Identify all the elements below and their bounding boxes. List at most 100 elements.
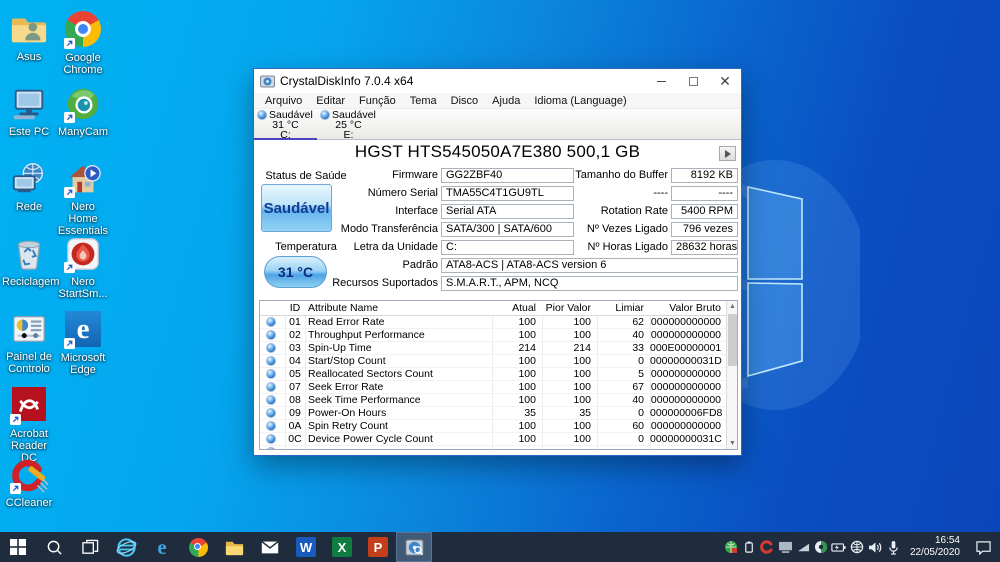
- table-row[interactable]: 04 Start/Stop Count 100 100 0 00000000031D: [260, 355, 737, 368]
- tray-display-icon[interactable]: [776, 532, 794, 562]
- task-view-icon[interactable]: [72, 532, 108, 562]
- crystaldiskinfo-window: CrystalDiskInfo 7.0.4 x64 ✕ Arquivo Edit…: [253, 68, 742, 456]
- search-icon[interactable]: [36, 532, 72, 562]
- menu-funcao[interactable]: Função: [352, 95, 403, 107]
- title-bar[interactable]: CrystalDiskInfo 7.0.4 x64 ✕: [254, 69, 741, 93]
- scroll-down-icon[interactable]: ▼: [727, 438, 737, 449]
- edge-taskbar-icon[interactable]: e: [144, 532, 180, 562]
- col-pior-valor[interactable]: Pior Valor: [542, 301, 591, 315]
- tray-ccleaner-icon[interactable]: [758, 532, 776, 562]
- desktop-icon-label: Asus: [16, 51, 42, 63]
- table-row[interactable]: 03 Spin-Up Time 214 214 33 000E00000001: [260, 342, 737, 355]
- tray-battery-icon[interactable]: [830, 532, 848, 562]
- menu-arquivo[interactable]: Arquivo: [258, 95, 309, 107]
- field-label: Modo Transferência: [340, 223, 438, 235]
- next-drive-button[interactable]: [719, 146, 736, 161]
- table-row-partial[interactable]: [260, 446, 737, 449]
- desktop-icon-ccleaner[interactable]: CCleaner: [2, 456, 56, 509]
- health-status-button[interactable]: Saudável: [261, 184, 332, 232]
- field-value-transfer-mode: SATA/300 | SATA/600: [441, 222, 574, 237]
- col-limiar[interactable]: Limiar: [597, 301, 644, 315]
- desktop-icon-rede[interactable]: Rede: [2, 160, 56, 213]
- file-explorer-icon[interactable]: [216, 532, 252, 562]
- manycam-icon: [64, 85, 102, 123]
- table-row[interactable]: 0A Spin Retry Count 100 100 60 000000000000: [260, 420, 737, 433]
- table-row[interactable]: 08 Seek Time Performance 100 100 40 0000000…: [260, 394, 737, 407]
- desktop-icon-painel-de-controlo[interactable]: Painel de Controlo: [2, 310, 56, 375]
- drive-tab-e[interactable]: Saudável 25 °C E:: [317, 109, 380, 140]
- field-label: Recursos Suportados: [332, 277, 438, 289]
- taskbar-clock[interactable]: 16:54 22/05/2020: [902, 535, 966, 559]
- tray-network-icon[interactable]: [848, 532, 866, 562]
- powerpoint-icon[interactable]: P: [360, 532, 396, 562]
- action-center-icon[interactable]: [966, 532, 1000, 562]
- nero-home-icon: [64, 160, 102, 198]
- desktop-icon-label: Rede: [15, 201, 43, 213]
- minimize-button[interactable]: [645, 69, 677, 93]
- col-attribute-name[interactable]: Attribute Name: [308, 301, 488, 315]
- health-orb-icon: [266, 421, 276, 431]
- field-label: Padrão: [402, 259, 438, 271]
- window-content: HGST HTS545050A7E380 500,1 GB Status de …: [254, 140, 741, 455]
- word-icon[interactable]: W: [288, 532, 324, 562]
- field-value-serial: TMA55C4T1GU9TL: [441, 186, 574, 201]
- tray-usb-device-icon[interactable]: [740, 532, 758, 562]
- col-id[interactable]: ID: [285, 301, 305, 315]
- play-icon: [724, 149, 731, 158]
- desktop-icon-reciclagem[interactable]: Reciclagem: [2, 235, 60, 288]
- scroll-up-icon[interactable]: ▲: [727, 301, 737, 312]
- col-atual[interactable]: Atual: [492, 301, 536, 315]
- chrome-taskbar-icon[interactable]: [180, 532, 216, 562]
- menu-idioma[interactable]: Idioma (Language): [527, 95, 633, 107]
- table-scrollbar[interactable]: ▲ ▼: [726, 301, 737, 449]
- desktop-icon-label: Nero StartSm...: [58, 276, 108, 300]
- tray-microphone-icon[interactable]: [884, 532, 902, 562]
- start-button[interactable]: [0, 532, 36, 562]
- desktop-icon-label: Reciclagem: [2, 276, 60, 288]
- field-value-interface: Serial ATA: [441, 204, 574, 219]
- scrollbar-thumb[interactable]: [728, 314, 737, 366]
- table-row[interactable]: 02 Throughput Performance 100 100 40 000000…: [260, 329, 737, 342]
- desktop-icon-microsoft-edge[interactable]: e Microsoft Edge: [56, 310, 110, 376]
- desktop-icon-google-chrome[interactable]: Google Chrome: [56, 10, 110, 76]
- menu-tema[interactable]: Tema: [403, 95, 444, 107]
- field-label: Rotation Rate: [600, 205, 668, 217]
- health-orb-icon: [266, 317, 276, 327]
- maximize-button[interactable]: [677, 69, 709, 93]
- clock-date: 22/05/2020: [909, 547, 960, 558]
- tray-graphics-icon[interactable]: [794, 532, 812, 562]
- menu-editar[interactable]: Editar: [309, 95, 352, 107]
- col-valor-bruto[interactable]: Valor Bruto: [650, 301, 721, 315]
- table-row[interactable]: 07 Seek Error Rate 100 100 67 000000000000: [260, 381, 737, 394]
- tray-sync-app-icon[interactable]: [722, 532, 740, 562]
- excel-icon[interactable]: X: [324, 532, 360, 562]
- ccleaner-icon: [10, 456, 50, 494]
- mail-icon[interactable]: [252, 532, 288, 562]
- desktop-icon-este-pc[interactable]: Este PC: [2, 85, 56, 138]
- table-row[interactable]: 09 Power-On Hours 35 35 0 000000006FD8: [260, 407, 737, 420]
- desktop-icon-asus[interactable]: Asus: [2, 10, 56, 63]
- internet-explorer-icon[interactable]: [108, 532, 144, 562]
- desktop-icon-manycam[interactable]: ManyCam: [56, 85, 110, 138]
- tray-manycam-icon[interactable]: [812, 532, 830, 562]
- crystaldiskinfo-taskbar-icon[interactable]: [396, 532, 432, 562]
- field-value-rotation-rate: 5400 RPM: [671, 204, 738, 219]
- desktop-icon-nero-startsmart[interactable]: Nero StartSm...: [56, 235, 110, 300]
- table-row[interactable]: 01 Read Error Rate 100 100 62 000000000000: [260, 316, 737, 329]
- field-label: Nº Vezes Ligado: [586, 223, 668, 235]
- user-folder-icon: [10, 10, 48, 48]
- menu-ajuda[interactable]: Ajuda: [485, 95, 527, 107]
- health-status-label: Status de Saúde: [265, 170, 347, 182]
- field-value-firmware: GG2ZBF40: [441, 168, 574, 183]
- drive-tab-c[interactable]: Saudável 31 °C C:: [254, 109, 317, 140]
- health-orb-icon: [266, 408, 276, 418]
- table-row[interactable]: 0C Device Power Cycle Count 100 100 0 00000…: [260, 433, 737, 446]
- desktop-icon-label: CCleaner: [5, 497, 53, 509]
- menu-disco[interactable]: Disco: [444, 95, 486, 107]
- close-button[interactable]: ✕: [709, 69, 741, 93]
- table-row[interactable]: 05 Reallocated Sectors Count 100 100 5 0000…: [260, 368, 737, 381]
- drive-tabs: Saudável 31 °C C: Saudável 25 °C E:: [254, 109, 741, 140]
- desktop-icon-acrobat-reader[interactable]: Acrobat Reader DC: [2, 385, 56, 464]
- tray-volume-icon[interactable]: [866, 532, 884, 562]
- health-orb-icon: [266, 369, 276, 379]
